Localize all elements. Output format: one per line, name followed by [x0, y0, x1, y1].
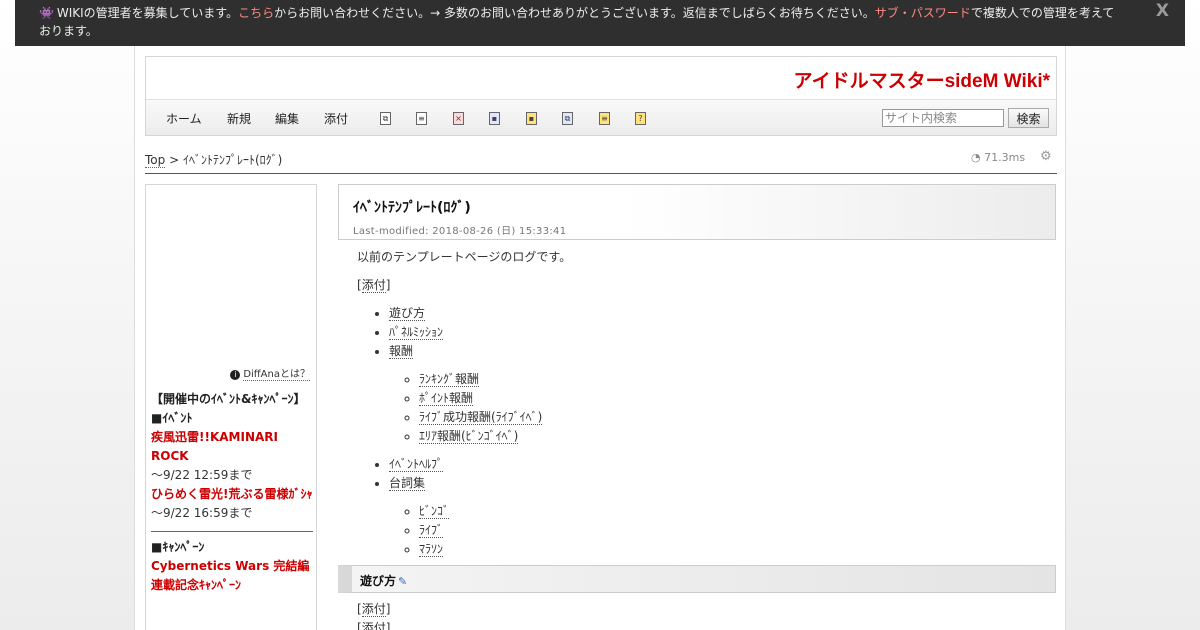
notice-text-2: からお問い合わせください。→ 多数のお問い合わせありがとうございます。返信までし… — [274, 6, 875, 20]
toc-sublink-3-2[interactable]: ﾎﾟｲﾝﾄ報酬 — [419, 391, 474, 406]
toc-sublink-5-3[interactable]: ﾏﾗｿﾝ — [419, 542, 444, 557]
toc-item: 遊び方 — [389, 304, 1047, 323]
breadcrumb-current: ｲﾍﾞﾝﾄﾃﾝﾌﾟﾚｰﾄ(ﾛｸﾞ) — [182, 153, 283, 167]
toc-link-5[interactable]: 台詞集 — [389, 476, 426, 491]
speed-icon: ◔ — [971, 151, 981, 164]
copy-icon[interactable]: ⧉ — [380, 112, 391, 125]
info-icon: i — [230, 370, 241, 380]
toc-subitem: ﾏﾗｿﾝ — [419, 540, 1047, 559]
sidebar-event-2-date: ～9/22 16:59まで — [151, 506, 253, 520]
breadcrumb: Top > ｲﾍﾞﾝﾄﾃﾝﾌﾟﾚｰﾄ(ﾛｸﾞ) — [145, 151, 282, 168]
delete-icon[interactable]: × — [453, 112, 464, 125]
diff-icon[interactable]: ≡ — [416, 112, 427, 125]
section-attach-link-1[interactable]: 添付 — [361, 602, 386, 617]
freeze-icon[interactable]: ▪ — [526, 112, 537, 125]
breadcrumb-separator: > — [169, 153, 180, 167]
invader-icon: 👾 — [39, 6, 54, 20]
toc-subitem: ﾎﾟｲﾝﾄ報酬 — [419, 389, 1047, 408]
search-input[interactable] — [882, 109, 1004, 127]
toc-link-4[interactable]: ｲﾍﾞﾝﾄﾍﾙﾌﾟ — [389, 457, 444, 472]
last-modified: Last-modified: 2018-08-26 (日) 15:33:41 — [353, 226, 567, 237]
section-content: [添付] [添付] — [357, 600, 390, 630]
edit-pencil-icon[interactable]: ✎ — [398, 575, 407, 588]
header: アイドルマスターsideM Wiki* ホーム 新規 編集 添付 ⧉ ≡ × ▪… — [145, 56, 1057, 136]
toc-subitem: ﾗｲﾌﾞ成功報酬(ﾗｲﾌﾞｲﾍﾞ) — [419, 408, 1047, 427]
toc-link-2[interactable]: ﾊﾟﾈﾙﾐｯｼｮﾝ — [389, 325, 444, 340]
render-timing-value: 71.3ms — [984, 151, 1026, 164]
breadcrumb-row: Top > ｲﾍﾞﾝﾄﾃﾝﾌﾟﾚｰﾄ(ﾛｸﾞ) ◔ 71.3ms ⚙ — [145, 146, 1057, 174]
notice-contact-link[interactable]: こちら — [238, 6, 274, 20]
toc-item: 台詞集 ﾋﾞﾝｺﾞ ﾗｲﾌﾞ ﾏﾗｿﾝ — [389, 474, 1047, 559]
notice-text-1: WIKIの管理者を募集しています。 — [56, 6, 239, 20]
attach-link[interactable]: 添付 — [361, 278, 386, 293]
sidebar-campaign-1-link[interactable]: Cybernetics Wars 完結編連載記念ｷｬﾝﾍﾟｰﾝ — [151, 559, 309, 592]
search-button[interactable]: 検索 — [1008, 108, 1049, 128]
toc-sublink-3-1[interactable]: ﾗﾝｷﾝｸﾞ報酬 — [419, 372, 480, 387]
toc-link-1[interactable]: 遊び方 — [389, 306, 426, 321]
help-icon[interactable]: ? — [635, 112, 646, 125]
menu-home[interactable]: ホーム — [166, 110, 202, 127]
notice-bar: 👾 WIKIの管理者を募集しています。こちらからお問い合わせください。→ 多数の… — [15, 0, 1185, 46]
menu-edit[interactable]: 編集 — [275, 110, 299, 127]
section-attach-line: [添付] — [357, 619, 390, 630]
section-heading: 遊び方 ✎ — [338, 565, 1056, 593]
sidebar-event-1-date: ～9/22 12:59まで — [151, 468, 253, 482]
sidebar-event-2-link[interactable]: ひらめく雷光!荒ぶる雷様ｶﾞｼｬ — [151, 487, 312, 501]
toc-item: ｲﾍﾞﾝﾄﾍﾙﾌﾟ — [389, 455, 1047, 474]
toc-sublink-5-2[interactable]: ﾗｲﾌﾞ — [419, 523, 444, 538]
toc-item: 報酬 ﾗﾝｷﾝｸﾞ報酬 ﾎﾟｲﾝﾄ報酬 ﾗｲﾌﾞ成功報酬(ﾗｲﾌﾞｲﾍﾞ) ｴﾘ… — [389, 342, 1047, 446]
toc-subitem: ｴﾘｱ報酬(ﾋﾞﾝｺﾞｲﾍﾞ) — [419, 427, 1047, 446]
rename-icon[interactable]: ⧉ — [562, 112, 573, 125]
section-attach-link-2[interactable]: 添付 — [361, 621, 386, 630]
section-heading-text: 遊び方 — [360, 574, 397, 588]
sidebar-divider — [151, 531, 313, 532]
main-content: ｲﾍﾞﾝﾄﾃﾝﾌﾟﾚｰﾄ(ﾛｸﾞ) Last-modified: 2018-08… — [338, 184, 1056, 630]
notice-close-button[interactable]: X — [1156, 2, 1169, 20]
section-attach-line: [添付] — [357, 602, 391, 617]
sidebar: i DiffAnaとは？ 【開催中のｲﾍﾞﾝﾄ&ｷｬﾝﾍﾟｰﾝ】 ■ｲﾍﾞﾝﾄ 疾… — [145, 184, 317, 630]
menu-attach[interactable]: 添付 — [324, 110, 348, 127]
page-title: ｲﾍﾞﾝﾄﾃﾝﾌﾟﾚｰﾄ(ﾛｸﾞ) — [353, 200, 471, 216]
sidebar-heading: 【開催中のｲﾍﾞﾝﾄ&ｷｬﾝﾍﾟｰﾝ】 — [151, 392, 306, 406]
diffana-link[interactable]: i DiffAnaとは？ — [230, 365, 310, 381]
table-of-contents: 遊び方 ﾊﾟﾈﾙﾐｯｼｮﾝ 報酬 ﾗﾝｷﾝｸﾞ報酬 ﾎﾟｲﾝﾄ報酬 ﾗｲﾌﾞ成功… — [389, 304, 1047, 559]
page-list-icon[interactable]: ≡ — [599, 112, 610, 125]
toc-link-3[interactable]: 報酬 — [389, 344, 414, 359]
sidebar-event-label: ■ｲﾍﾞﾝﾄ — [151, 411, 193, 425]
toc-sublink-3-3[interactable]: ﾗｲﾌﾞ成功報酬(ﾗｲﾌﾞｲﾍﾞ) — [419, 410, 543, 425]
body-content: 以前のテンプレートページのログです。 [添付] 遊び方 ﾊﾟﾈﾙﾐｯｼｮﾝ 報酬… — [357, 248, 1047, 568]
sidebar-event-1-link[interactable]: 疾風迅雷!!KAMINARI ROCK — [151, 430, 278, 463]
toc-subitem: ﾗｲﾌﾞ — [419, 521, 1047, 540]
toc-sublist: ﾗﾝｷﾝｸﾞ報酬 ﾎﾟｲﾝﾄ報酬 ﾗｲﾌﾞ成功報酬(ﾗｲﾌﾞｲﾍﾞ) ｴﾘｱ報酬… — [419, 370, 1047, 446]
gear-icon[interactable]: ⚙ — [1040, 149, 1052, 164]
toc-sublink-3-4[interactable]: ｴﾘｱ報酬(ﾋﾞﾝｺﾞｲﾍﾞ) — [419, 429, 519, 444]
toc-subitem: ﾗﾝｷﾝｸﾞ報酬 — [419, 370, 1047, 389]
notice-subpassword-link[interactable]: サブ・パスワード — [875, 6, 971, 20]
site-title[interactable]: アイドルマスターsideM Wiki* — [794, 66, 1050, 93]
menu-bar: ホーム 新規 編集 添付 ⧉ ≡ × ▪ ▪ ⧉ ≡ ? 検索 — [146, 99, 1056, 135]
toc-sublist: ﾋﾞﾝｺﾞ ﾗｲﾌﾞ ﾏﾗｿﾝ — [419, 502, 1047, 559]
menu-new[interactable]: 新規 — [227, 110, 251, 127]
intro-text: 以前のテンプレートページのログです。 — [357, 250, 572, 264]
backup-icon[interactable]: ▪ — [489, 112, 500, 125]
attach-line: [添付] — [357, 278, 391, 293]
sidebar-campaign-label: ■ｷｬﾝﾍﾟｰﾝ — [151, 540, 205, 554]
page-container: アイドルマスターsideM Wiki* ホーム 新規 編集 添付 ⧉ ≡ × ▪… — [134, 46, 1066, 630]
render-timing: ◔ 71.3ms — [971, 151, 1025, 164]
title-box: ｲﾍﾞﾝﾄﾃﾝﾌﾟﾚｰﾄ(ﾛｸﾞ) Last-modified: 2018-08… — [338, 184, 1056, 240]
toc-subitem: ﾋﾞﾝｺﾞ — [419, 502, 1047, 521]
toc-sublink-5-1[interactable]: ﾋﾞﾝｺﾞ — [419, 504, 450, 519]
breadcrumb-top-link[interactable]: Top — [145, 153, 166, 168]
toc-item: ﾊﾟﾈﾙﾐｯｼｮﾝ — [389, 323, 1047, 342]
sidebar-content: 【開催中のｲﾍﾞﾝﾄ&ｷｬﾝﾍﾟｰﾝ】 ■ｲﾍﾞﾝﾄ 疾風迅雷!!KAMINAR… — [151, 390, 313, 595]
